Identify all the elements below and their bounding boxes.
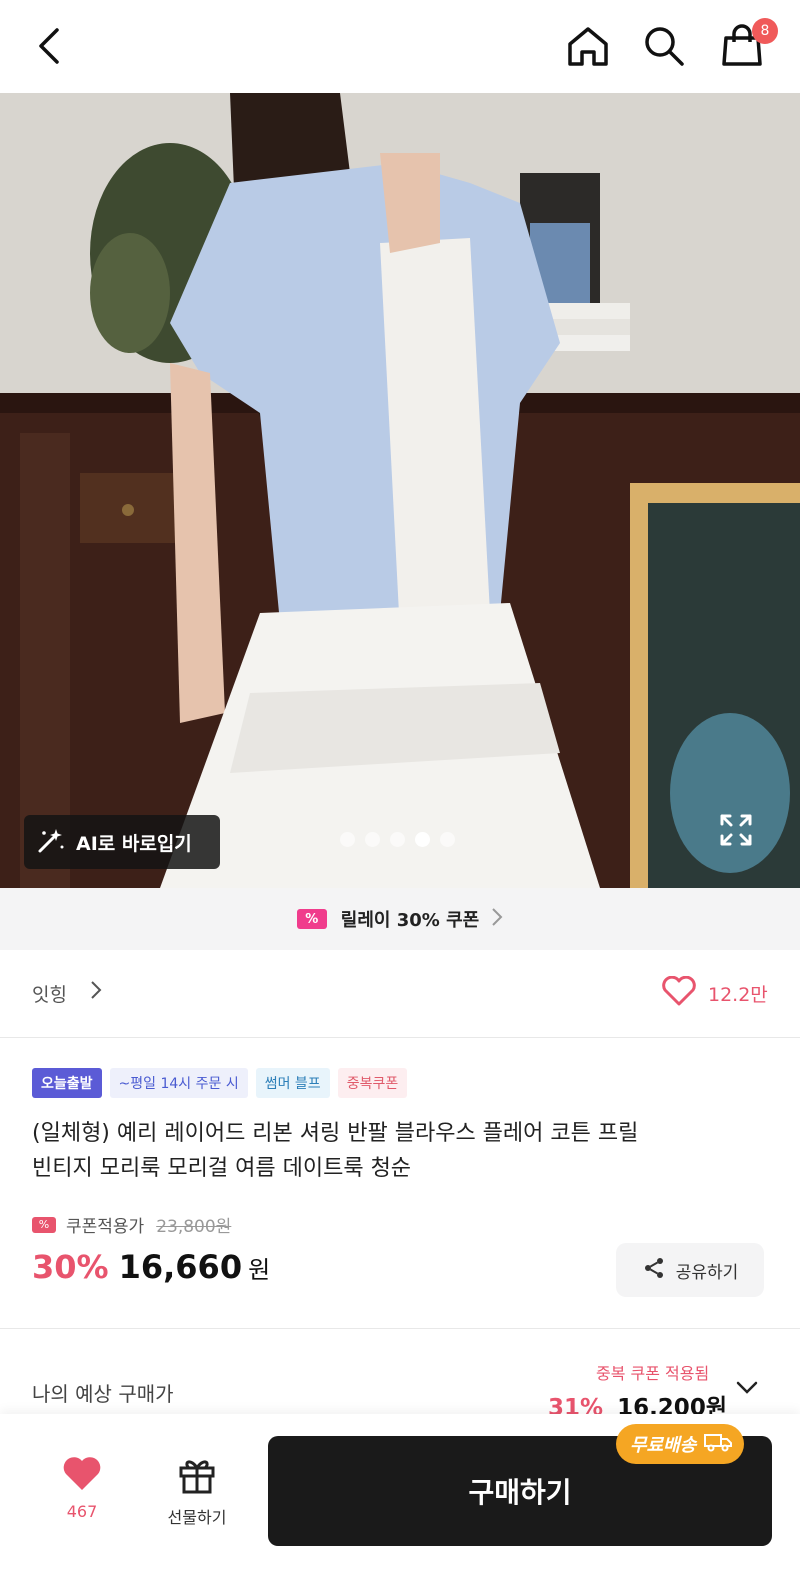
pagination-dot[interactable] bbox=[340, 832, 355, 847]
magic-wand-icon bbox=[36, 825, 66, 860]
chevron-down-icon[interactable] bbox=[736, 1380, 758, 1399]
gift-button[interactable]: 선물하기 bbox=[156, 1456, 238, 1528]
divider bbox=[0, 1328, 800, 1329]
coupon-price-label: 쿠폰적용가 bbox=[66, 1217, 145, 1237]
badge-today-ship: 오늘출발 bbox=[32, 1068, 102, 1098]
share-label: 공유하기 bbox=[675, 1262, 739, 1283]
home-icon[interactable] bbox=[564, 22, 612, 70]
like-button[interactable]: 467 bbox=[48, 1456, 116, 1521]
product-image-carousel[interactable] bbox=[0, 93, 800, 888]
chevron-right-icon[interactable] bbox=[90, 980, 102, 1005]
free-shipping-badge: 무료배송 bbox=[616, 1424, 745, 1464]
original-price: 23,800원 bbox=[156, 1217, 232, 1237]
pagination-dot[interactable] bbox=[365, 832, 380, 847]
brand-like-count: 12.2만 bbox=[708, 984, 768, 1006]
product-title-line: 빈티지 모리룩 모리걸 여름 데이트룩 청순 bbox=[32, 1156, 412, 1181]
back-icon[interactable] bbox=[26, 22, 74, 70]
relay-coupon-banner[interactable]: % 릴레이 30% 쿠폰 bbox=[0, 888, 800, 950]
carousel-pagination bbox=[340, 832, 455, 847]
pagination-dot[interactable] bbox=[440, 832, 455, 847]
heart-outline-icon[interactable] bbox=[662, 975, 696, 1010]
top-bar: 8 bbox=[0, 0, 800, 93]
estimated-price-label: 나의 예상 구매가 bbox=[32, 1382, 174, 1406]
heart-filled-icon bbox=[62, 1457, 102, 1496]
double-coupon-applied-note: 중복 쿠폰 적용됨 bbox=[596, 1364, 710, 1383]
free-shipping-label: 무료배송 bbox=[630, 1435, 697, 1456]
product-badges: 오늘출발 ~평일 14시 주문 시 썸머 블프 중복쿠폰 bbox=[32, 1068, 408, 1098]
truck-icon bbox=[704, 1432, 733, 1457]
brand-row: 잇힝 12.2만 bbox=[0, 950, 800, 1038]
gift-label: 선물하기 bbox=[167, 1508, 227, 1527]
cart-count-badge: 8 bbox=[752, 18, 778, 44]
ai-try-on-label: AI로 바로입기 bbox=[76, 832, 192, 855]
discount-rate: 30% bbox=[32, 1248, 109, 1286]
badge-double-coupon: 중복쿠폰 bbox=[337, 1068, 408, 1098]
like-count: 467 bbox=[66, 1502, 98, 1521]
coupon-price-row: % 쿠폰적용가 23,800원 bbox=[32, 1212, 231, 1237]
product-photo bbox=[0, 93, 800, 888]
badge-summer-sale: 썸머 블프 bbox=[255, 1068, 330, 1098]
product-title-line: (일체형) 예리 레이어드 리본 셔링 반팔 블라우스 플레어 코튼 프릴 bbox=[32, 1121, 639, 1146]
currency-label: 원 bbox=[248, 1256, 271, 1284]
coupon-icon: % bbox=[296, 909, 327, 929]
price-row: 30% 16,660 원 bbox=[32, 1248, 270, 1286]
pagination-dot[interactable] bbox=[390, 832, 405, 847]
ai-try-on-button[interactable]: AI로 바로입기 bbox=[24, 815, 220, 869]
coupon-icon: % bbox=[32, 1216, 56, 1233]
expand-icon[interactable] bbox=[718, 812, 754, 848]
share-icon bbox=[642, 1256, 666, 1285]
search-icon[interactable] bbox=[640, 22, 688, 70]
coupon-banner-label: 릴레이 30% 쿠폰 bbox=[340, 910, 480, 931]
badge-order-time: ~평일 14시 주문 시 bbox=[109, 1068, 248, 1098]
share-button[interactable]: 공유하기 bbox=[616, 1243, 764, 1297]
pagination-dot-active[interactable] bbox=[415, 832, 430, 847]
bottom-action-bar: 467 선물하기 구매하기 무료배송 bbox=[0, 1414, 800, 1580]
product-title: (일체형) 예리 레이어드 리본 셔링 반팔 블라우스 플레어 코튼 프릴 빈티… bbox=[32, 1116, 772, 1186]
gift-icon bbox=[177, 1460, 217, 1498]
chevron-right-icon bbox=[491, 907, 503, 932]
brand-name-link[interactable]: 잇힝 bbox=[32, 980, 67, 1007]
sale-price: 16,660 bbox=[118, 1248, 243, 1286]
